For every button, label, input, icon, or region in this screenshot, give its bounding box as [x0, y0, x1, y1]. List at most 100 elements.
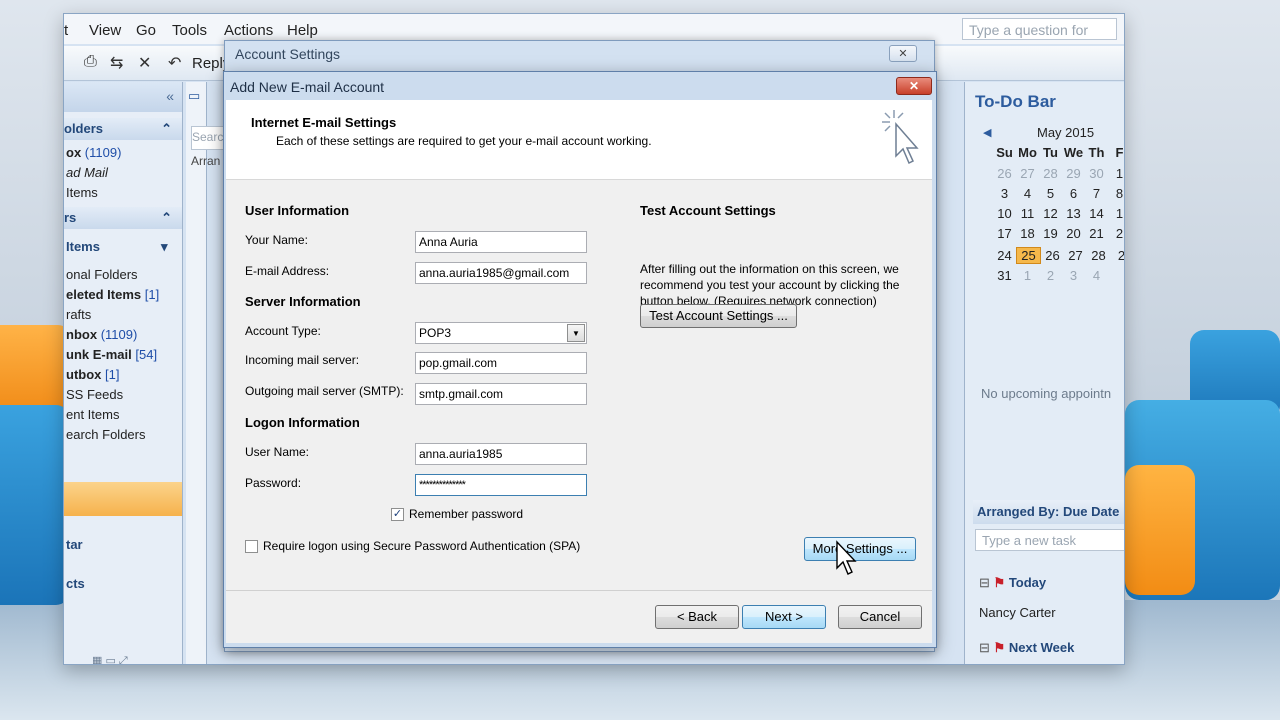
account-settings-title: Account Settings — [235, 46, 341, 62]
dropdown-icon: ▾ — [161, 239, 168, 254]
dialog-body: Internet E-mail Settings Each of these s… — [226, 100, 932, 643]
nav-folder-sent[interactable]: ent Items — [66, 407, 119, 422]
nav-contacts-button[interactable]: cts — [66, 576, 85, 591]
header-subtitle: Each of these settings are required to g… — [276, 134, 652, 148]
collapse-box-icon: ⊟ — [979, 575, 990, 590]
collapse-box-icon: ⊟ — [979, 640, 990, 655]
wizard-cursor-icon — [882, 110, 919, 165]
spa-checkbox[interactable] — [245, 540, 258, 553]
password-input[interactable]: ************** — [415, 474, 587, 496]
no-appointments-text: No upcoming appointn — [981, 386, 1112, 401]
dialog-close-button[interactable]: ✕ — [896, 77, 932, 95]
password-label: Password: — [245, 476, 302, 490]
task-group-next-week[interactable]: ⊟ ⚑ Next Week — [979, 640, 1074, 656]
logon-info-heading: Logon Information — [245, 415, 360, 430]
nav-folder-rss[interactable]: SS Feeds — [66, 387, 123, 402]
menu-actions[interactable]: Actions — [224, 22, 273, 39]
nav-folder-drafts[interactable]: rafts — [66, 307, 91, 322]
flag-icon: ⚑ — [993, 640, 1006, 655]
nav-section-favorite-folders[interactable]: olders ⌃ — [64, 118, 182, 140]
move-icon[interactable]: ⇆ — [110, 53, 123, 73]
todo-bar: To-Do Bar ◀ May 2015 Su Mo Tu We Th F 26 27 28 2… — [964, 82, 1124, 664]
next-button[interactable]: Next > — [742, 605, 826, 629]
print-icon[interactable]: ⎙ — [84, 53, 97, 71]
your-name-label: Your Name: — [245, 233, 308, 247]
nav-small-icons[interactable]: ▦ ▭ ⤢ — [92, 654, 128, 664]
delete-icon[interactable]: ✕ — [138, 53, 151, 73]
incoming-server-label: Incoming mail server: — [245, 353, 360, 367]
dialog-title: Add New E-mail Account — [230, 79, 385, 95]
user-info-heading: User Information — [245, 203, 350, 218]
calendar-today: 25 — [1016, 247, 1041, 264]
nav-calendar-button[interactable]: tar — [66, 537, 83, 552]
calendar-weekdays: Su Mo Tu We Th F — [996, 145, 1124, 160]
test-account-settings-button[interactable]: Test Account Settings ... — [640, 304, 797, 328]
your-name-input[interactable]: Anna Auria — [415, 231, 587, 253]
calendar-week[interactable]: 26 27 28 29 30 1 — [993, 166, 1124, 181]
calendar-prev-icon[interactable]: ◀ — [983, 126, 991, 139]
menu-help[interactable]: Help — [287, 22, 318, 39]
chevron-up-icon: ⌃ — [161, 121, 172, 136]
email-input[interactable]: anna.auria1985@gmail.com — [415, 262, 587, 284]
nav-all-mail-items[interactable]: Items ▾ — [66, 239, 168, 254]
remember-password-checkbox[interactable]: ✓ — [391, 508, 404, 521]
outgoing-server-input[interactable]: smtp.gmail.com — [415, 383, 587, 405]
nav-item-inbox-fav[interactable]: ox (1109) — [66, 145, 121, 160]
email-label: E-mail Address: — [245, 264, 330, 278]
menu-file[interactable]: t — [64, 22, 68, 39]
nav-item-unread-mail[interactable]: ad Mail — [66, 165, 108, 180]
account-settings-close-button[interactable]: ✕ — [889, 45, 917, 62]
desktop-decoration — [0, 405, 70, 605]
calendar-week[interactable]: 31 1 2 3 4 — [993, 268, 1124, 283]
help-question-box[interactable]: Type a question for help — [962, 18, 1117, 60]
more-settings-button[interactable]: More Settings ... — [804, 537, 916, 561]
task-item[interactable]: Nancy Carter — [979, 605, 1056, 620]
account-type-select[interactable]: POP3 ▼ — [415, 322, 587, 344]
nav-folder-personal[interactable]: onal Folders — [66, 267, 138, 282]
collapse-icon[interactable]: « — [166, 88, 174, 104]
nav-header: « — [64, 82, 182, 112]
flag-icon: ⚑ — [993, 575, 1006, 590]
back-button[interactable]: < Back — [655, 605, 739, 629]
menu-go[interactable]: Go — [136, 22, 156, 39]
nav-folder-junk[interactable]: unk E-mail [54] — [66, 347, 157, 362]
incoming-server-input[interactable]: pop.gmail.com — [415, 352, 587, 374]
menu-tools[interactable]: Tools — [172, 22, 207, 39]
account-type-label: Account Type: — [245, 324, 321, 338]
chevron-down-icon[interactable]: ▼ — [567, 324, 585, 342]
test-settings-heading: Test Account Settings — [640, 203, 776, 218]
task-arrange-header[interactable]: Arranged By: Due Date — [973, 500, 1124, 524]
nav-folder-inbox[interactable]: nbox (1109) — [66, 327, 137, 342]
nav-section-mail-folders[interactable]: rs ⌃ — [64, 207, 182, 229]
user-name-input[interactable]: anna.auria1985 — [415, 443, 587, 465]
chevron-up-icon: ⌃ — [161, 210, 172, 225]
task-group-today[interactable]: ⊟ ⚑ Today — [979, 575, 1046, 591]
menu-view[interactable]: View — [89, 22, 121, 39]
calendar-week[interactable]: 24 25 26 27 28 2 — [993, 247, 1124, 264]
desktop-decoration — [0, 325, 70, 415]
calendar-week[interactable]: 17 18 19 20 21 2 — [993, 226, 1124, 241]
add-email-account-dialog: Add New E-mail Account ✕ Internet E-mail… — [223, 71, 937, 648]
arrange-by-label[interactable]: Arran — [191, 154, 220, 168]
nav-folder-outbox[interactable]: utbox [1] — [66, 367, 119, 382]
footer-divider — [226, 590, 932, 591]
remember-password-label[interactable]: Remember password — [409, 507, 523, 521]
nav-item-sent-items-fav[interactable]: Items — [66, 185, 98, 200]
todo-bar-title: To-Do Bar — [975, 92, 1056, 111]
nav-folder-deleted[interactable]: eleted Items [1] — [66, 287, 159, 302]
calendar-week[interactable]: 345678 — [993, 186, 1124, 201]
server-info-heading: Server Information — [245, 294, 361, 309]
spa-label[interactable]: Require logon using Secure Password Auth… — [263, 539, 580, 553]
message-list-pane: ▭ — [186, 82, 207, 664]
calendar-week[interactable]: 10 11 12 13 14 1 — [993, 206, 1124, 221]
new-task-input[interactable]: Type a new task — [975, 529, 1124, 551]
folder-icon: ▭ — [188, 88, 201, 103]
cancel-button[interactable]: Cancel — [838, 605, 922, 629]
user-name-label: User Name: — [245, 445, 310, 459]
reply-icon[interactable]: ↶ — [168, 53, 181, 73]
dialog-header: Internet E-mail Settings Each of these s… — [226, 100, 932, 180]
mouse-cursor-icon — [836, 540, 857, 575]
nav-mail-button[interactable] — [64, 482, 182, 516]
calendar-month: May 2015 — [1037, 125, 1095, 140]
nav-folder-search[interactable]: earch Folders — [66, 427, 145, 442]
